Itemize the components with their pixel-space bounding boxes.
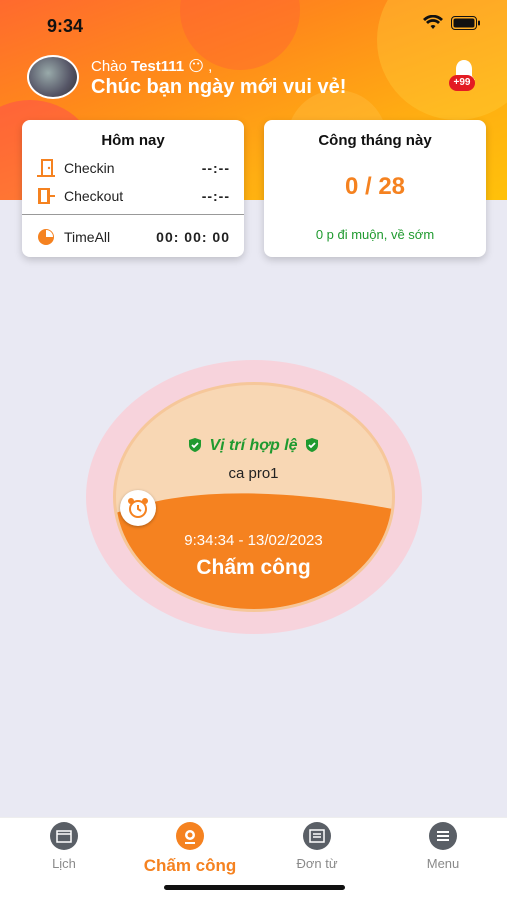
- location-status: Vị trí hợp lệ: [209, 437, 298, 454]
- check-shield-icon: [305, 438, 318, 452]
- timeall-row: TimeAll 00: 00: 00: [36, 227, 230, 247]
- checkout-value: --:--: [201, 188, 230, 204]
- shift-name: ca pro1: [228, 465, 279, 482]
- check-shield-icon: [189, 438, 202, 452]
- notification-badge: +99: [449, 75, 475, 91]
- tab-label: Lịch: [52, 856, 76, 871]
- checkout-row: Checkout --:--: [36, 186, 230, 206]
- checkin-value: --:--: [201, 160, 230, 176]
- alarm-clock-icon: [128, 498, 148, 518]
- today-card: Hôm nay Checkin --:-- Checkout --:-- Tim…: [22, 120, 244, 257]
- month-card-title: Công tháng này: [318, 132, 432, 149]
- greeting-subtitle: Chúc bạn ngày mới vui vẻ!: [91, 76, 347, 98]
- greeting-line: Chào Test111 😶 ,: [91, 57, 212, 75]
- check-in-label[interactable]: Chấm công: [0, 556, 507, 580]
- tab-requests[interactable]: Đơn từ: [267, 822, 367, 871]
- timeall-value: 00: 00: 00: [156, 229, 230, 245]
- fingerprint-icon: [176, 822, 204, 850]
- document-icon: [303, 822, 331, 850]
- status-bar: 9:34: [0, 0, 507, 50]
- late-summary: 0 p đi muộn, về sớm: [315, 227, 435, 242]
- tab-label: Đơn từ: [296, 856, 338, 871]
- avatar[interactable]: [27, 55, 79, 99]
- location-valid: Vị trí hợp lệ: [0, 437, 507, 455]
- today-card-title: Hôm nay: [101, 132, 165, 149]
- wifi-icon: [423, 15, 443, 29]
- current-datetime: 9:34:34 - 13/02/2023: [184, 532, 323, 549]
- timeall-label: TimeAll: [64, 229, 111, 245]
- home-indicator: [164, 885, 345, 890]
- door-enter-icon: [37, 159, 55, 177]
- menu-icon: [429, 822, 457, 850]
- calendar-icon: [50, 822, 78, 850]
- status-time: 9:34: [47, 16, 84, 36]
- greeting-suffix: 😶 ,: [188, 58, 213, 75]
- door-exit-icon: [38, 188, 55, 204]
- tab-menu[interactable]: Menu: [393, 822, 493, 871]
- greeting-prefix: Chào: [91, 58, 127, 75]
- tab-label: Chấm công: [143, 856, 237, 875]
- month-card: Công tháng này 0 / 28 0 p đi muộn, về sớ…: [264, 120, 486, 257]
- checkout-label: Checkout: [64, 188, 124, 204]
- tab-label: Menu: [426, 856, 460, 871]
- username: Test111: [131, 58, 185, 75]
- alarm-clock-button[interactable]: [120, 490, 156, 526]
- card-divider: [22, 214, 244, 215]
- checkin-row: Checkin --:--: [36, 158, 230, 178]
- checkin-label: Checkin: [64, 160, 115, 176]
- month-workdays: 0 / 28: [344, 173, 406, 200]
- tab-check-in[interactable]: Chấm công: [140, 822, 240, 876]
- battery-icon: [451, 16, 480, 30]
- clock-pie-icon: [38, 229, 54, 245]
- tab-calendar[interactable]: Lịch: [14, 822, 114, 871]
